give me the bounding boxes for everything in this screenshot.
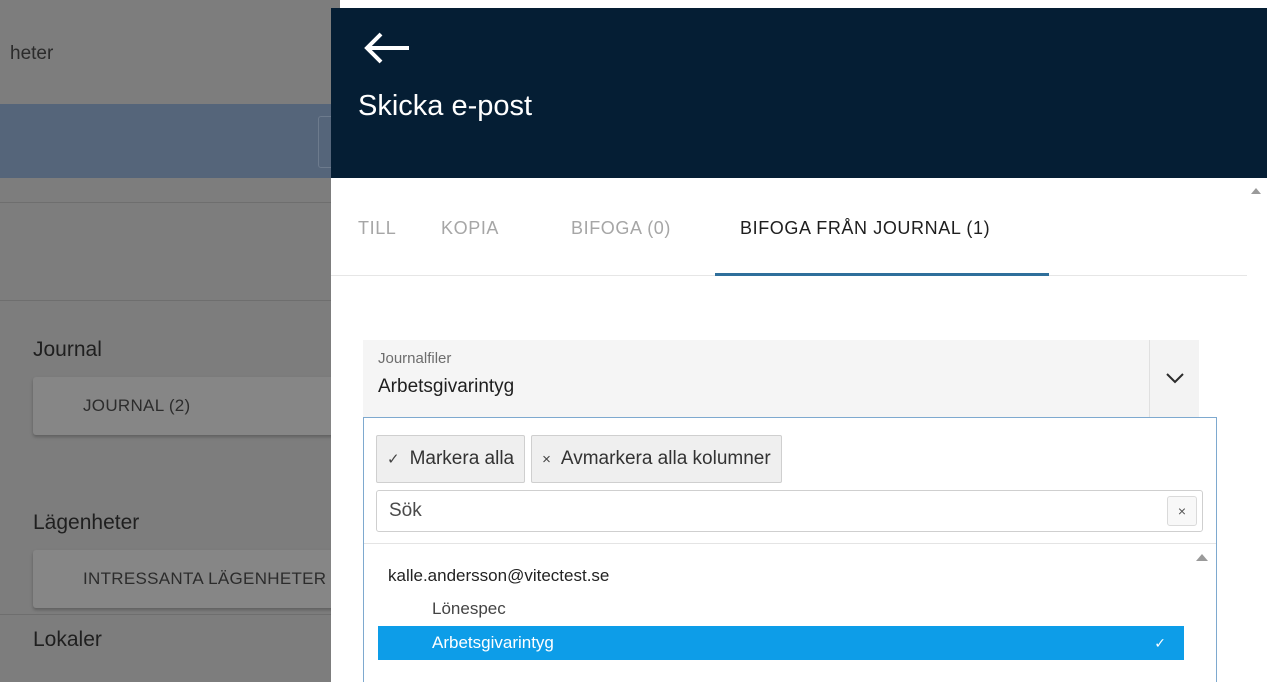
option-group-header: kalle.andersson@vitectest.se [388,566,610,585]
drawer-title: Skicka e-post [358,90,533,122]
option-arbetsgivarintyg[interactable]: Arbetsgivarintyg ✓ [378,626,1184,660]
journal-files-dropdown: ✓ Markera alla × Avmarkera alla kolumner… [363,417,1217,682]
background-section-title-lagenheter: Lägenheter [33,511,140,534]
background-divider [0,300,340,301]
background-card-lagenheter: INTRESSANTA LÄGENHETER [33,550,340,608]
tab-kopia[interactable]: KOPIA [441,218,499,239]
scroll-up-icon[interactable] [1251,188,1261,194]
option-lonespec[interactable]: Lönespec [378,592,1184,626]
select-toggle[interactable] [1149,340,1199,418]
search-clear-button[interactable]: × [1167,496,1197,526]
check-icon: ✓ [1154,635,1166,651]
dropdown-search: × [376,490,1203,532]
send-email-drawer: Skicka e-post TILL KOPIA BIFOGA (0) BIFO… [331,8,1267,682]
tab-bifoga[interactable]: BIFOGA (0) [571,218,671,239]
scroll-up-icon[interactable] [1196,554,1208,561]
back-button[interactable] [363,28,413,68]
tab-till[interactable]: TILL [358,218,396,239]
deselect-all-button[interactable]: × Avmarkera alla kolumner [531,435,782,483]
background-page: heter Journal JOURNAL (2) Lägenheter INT… [0,0,340,682]
close-icon: × [542,450,551,468]
drawer-header: Skicka e-post [331,8,1267,178]
active-tab-indicator [715,273,1049,276]
deselect-all-label: Avmarkera alla kolumner [560,448,771,469]
select-all-label: Markera alla [409,448,515,469]
tab-bar: TILL KOPIA BIFOGA (0) BIFOGA FRÅN JOURNA… [331,178,1247,276]
background-toolbar-band [0,104,340,178]
background-divider [0,614,340,615]
background-section-title-lokaler: Lokaler [33,628,102,651]
select-value: Arbetsgivarintyg [378,376,515,397]
background-card-journal: JOURNAL (2) [33,377,340,435]
select-all-button[interactable]: ✓ Markera alla [376,435,526,483]
dropdown-action-bar: ✓ Markera alla × Avmarkera alla kolumner [376,435,782,483]
arrow-left-icon [364,32,409,64]
select-label: Journalfiler [378,350,452,367]
journal-files-select[interactable]: Journalfiler Arbetsgivarintyg [363,340,1199,418]
option-label: Arbetsgivarintyg [432,633,554,652]
tab-bifoga-fran-journal[interactable]: BIFOGA FRÅN JOURNAL (1) [740,218,990,239]
background-section-title-journal: Journal [33,338,102,361]
background-header-text: heter [10,43,54,64]
search-input[interactable] [377,491,1157,531]
check-icon: ✓ [387,451,400,468]
chevron-down-icon [1166,373,1184,384]
list-divider [364,543,1216,544]
option-label: Lönespec [432,599,506,618]
background-divider [0,202,340,203]
